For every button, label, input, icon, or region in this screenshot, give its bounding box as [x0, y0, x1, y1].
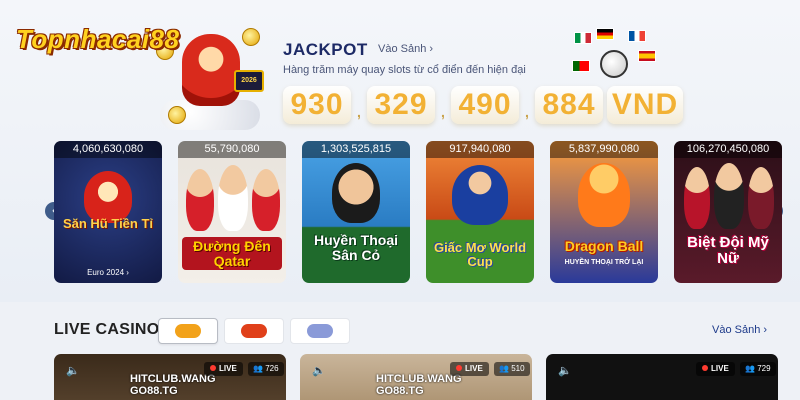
live-table-card[interactable]: 🔈 HITCLUB.WANG GO88.TG LIVE 👥 726	[54, 354, 286, 400]
character-figure	[748, 167, 774, 229]
football-icon	[600, 50, 628, 78]
live-table-card[interactable]: 🔈 HITCLUB.WANG GO88.TG LIVE 👥 510	[300, 354, 532, 400]
flag-icon	[574, 32, 592, 44]
chevron-right-icon: ›	[763, 324, 768, 336]
slot-game-title: Biệt Đội Mỹ Nữ	[687, 234, 769, 267]
slot-jackpot-amount: 4,060,630,080	[54, 141, 162, 158]
digit-separator: ,	[441, 104, 445, 120]
jackpot-digit-group: 884	[535, 86, 603, 124]
provider-tab[interactable]	[224, 318, 284, 344]
live-casino-lobby-link-label: Vào Sảnh	[712, 324, 761, 336]
live-table-list: 🔈 HITCLUB.WANG GO88.TG LIVE 👥 726 🔈 HITC…	[54, 354, 778, 400]
footballer-figure	[452, 165, 508, 225]
live-casino-title: LIVE CASINO	[54, 321, 160, 338]
users-icon: 👥	[745, 364, 758, 373]
gold-coin-icon	[242, 28, 260, 46]
live-badge-label: LIVE	[219, 364, 237, 373]
jackpot-title: JACKPOT	[283, 40, 368, 59]
viewer-count: 👥 510	[494, 362, 530, 376]
viewer-count: 👥 726	[248, 362, 284, 376]
jackpot-currency: VND	[607, 86, 683, 124]
live-badge: LIVE	[696, 362, 735, 376]
jackpot-lobby-link-label: Vào Sảnh	[378, 43, 427, 55]
flag-icon	[572, 60, 590, 72]
users-icon: 👥	[253, 364, 266, 373]
slot-jackpot-amount: 5,837,990,080	[550, 141, 658, 158]
slot-footer-link[interactable]: Euro 2024 ›	[54, 268, 162, 277]
jackpot-digit-group: 930	[283, 86, 351, 124]
speaker-icon[interactable]: 🔈	[558, 364, 572, 377]
year-badge: 2026	[234, 70, 264, 92]
live-table-card[interactable]: 🔈 LIVE 👥 729	[546, 354, 778, 400]
slot-jackpot-amount: 1,303,525,815	[302, 141, 410, 158]
player-figure	[252, 169, 280, 231]
slot-game-title: Đường Đến Qatar	[182, 237, 282, 271]
slot-game-title: Săn Hũ Tiền Tỉ	[62, 216, 154, 231]
live-badge-label: LIVE	[465, 364, 483, 373]
watermark-logo: Topnhacai88	[16, 24, 180, 54]
slot-game-title: Dragon Ball	[564, 238, 644, 254]
stream-watermark-line: GO88.TG	[130, 384, 178, 397]
jackpot-lobby-link[interactable]: Vào Sảnh ›	[378, 43, 433, 55]
stream-watermark: HITCLUB.WANG GO88.TG	[376, 373, 462, 397]
slot-game-card[interactable]: 5,837,990,080 Dragon Ball HUYỀN THOẠI TR…	[550, 141, 658, 283]
gold-coin-icon	[168, 106, 186, 124]
player-figure	[218, 165, 248, 231]
slot-jackpot-amount: 55,790,080	[178, 141, 286, 158]
slot-game-card[interactable]: 1,303,525,815 Huyền Thoại Sân Cỏ	[302, 141, 410, 283]
slot-game-carousel: 4,060,630,080 Săn Hũ Tiền Tỉ Euro 2024 ›…	[54, 141, 782, 283]
jackpot-digit-group: 490	[451, 86, 519, 124]
digit-separator: ,	[525, 104, 529, 120]
live-badge: LIVE	[450, 362, 489, 376]
live-badge: LIVE	[204, 362, 243, 376]
live-casino-lobby-link[interactable]: Vào Sảnh ›	[712, 324, 767, 336]
flag-icon	[638, 50, 656, 62]
jackpot-digit-group: 329	[367, 86, 435, 124]
provider-logo-icon	[175, 324, 201, 338]
slot-game-card[interactable]: 4,060,630,080 Săn Hũ Tiền Tỉ Euro 2024 ›	[54, 141, 162, 283]
fortune-god-figure	[182, 34, 240, 106]
slot-game-title: Huyền Thoại Sân Cỏ	[313, 232, 398, 263]
flag-icon	[596, 28, 614, 40]
slot-game-title: Giấc Mơ World Cup	[433, 240, 527, 269]
footballer-figure	[332, 163, 380, 223]
digit-separator: ,	[357, 104, 361, 120]
flag-icon	[628, 30, 646, 42]
live-casino-provider-tabs	[158, 318, 350, 344]
hero-figure	[578, 163, 630, 227]
slot-jackpot-amount: 917,940,080	[426, 141, 534, 158]
slot-game-subtitle: HUYỀN THOẠI TRỞ LẠI	[564, 259, 644, 266]
flags-decoration	[570, 26, 660, 84]
provider-tab[interactable]	[158, 318, 218, 344]
live-badge-label: LIVE	[711, 364, 729, 373]
provider-logo-icon	[307, 324, 333, 338]
slot-game-card[interactable]: 55,790,080 Đường Đến Qatar	[178, 141, 286, 283]
speaker-icon[interactable]: 🔈	[312, 364, 326, 377]
live-dot-icon	[702, 365, 708, 371]
character-figure	[684, 167, 710, 229]
jackpot-subtitle: Hàng trăm máy quay slots từ cổ điển đến …	[283, 64, 526, 76]
provider-logo-icon	[241, 324, 267, 338]
chevron-right-icon: ›	[429, 43, 434, 55]
provider-tab[interactable]	[290, 318, 350, 344]
viewer-count-value: 726	[265, 364, 279, 373]
slot-game-card[interactable]: 106,270,450,080 Biệt Đội Mỹ Nữ	[674, 141, 782, 283]
speaker-icon[interactable]: 🔈	[66, 364, 80, 377]
slot-jackpot-amount: 106,270,450,080	[674, 141, 782, 158]
stream-watermark-line: HITCLUB.WANG	[130, 373, 216, 385]
stream-watermark: HITCLUB.WANG GO88.TG	[130, 373, 216, 397]
player-figure	[186, 169, 214, 231]
slot-game-card[interactable]: 917,940,080 Giấc Mơ World Cup	[426, 141, 534, 283]
viewer-count-value: 729	[757, 364, 771, 373]
live-dot-icon	[210, 365, 216, 371]
jackpot-counter: 930 , 329 , 490 , 884 VND	[283, 86, 683, 124]
character-figure	[714, 163, 744, 229]
users-icon: 👥	[499, 364, 512, 373]
stream-watermark-line: HITCLUB.WANG	[376, 373, 462, 385]
live-dot-icon	[456, 365, 462, 371]
viewer-count-value: 510	[511, 364, 525, 373]
stream-watermark-line: GO88.TG	[376, 384, 424, 397]
viewer-count: 👥 729	[740, 362, 776, 376]
